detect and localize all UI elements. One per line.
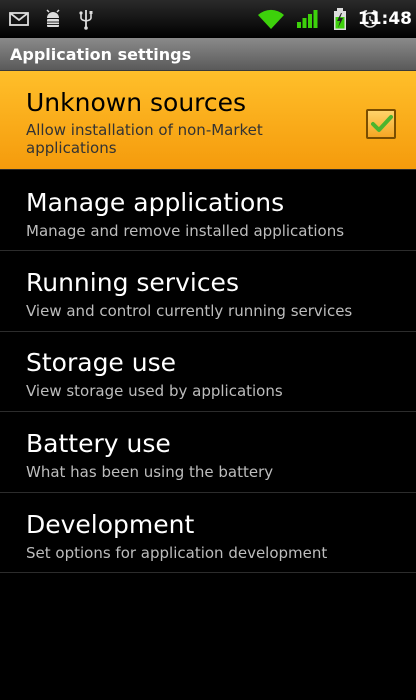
setting-title: Manage applications (26, 188, 285, 217)
status-time: 11:48 (357, 9, 412, 29)
setting-summary: Allow installation of non-Market applica… (26, 121, 263, 157)
signal-icon (294, 0, 320, 38)
title-bar: Application settings (0, 38, 416, 71)
setting-summary: View storage used by applications (26, 382, 283, 400)
page-title: Application settings (10, 45, 192, 64)
settings-list: Unknown sources Allow installation of no… (0, 71, 416, 573)
check-icon (371, 115, 393, 132)
setting-title: Running services (26, 268, 239, 297)
mail-icon[interactable] (8, 0, 30, 38)
unknown-sources-checkbox[interactable] (366, 109, 396, 139)
status-bar: 11:48 (0, 0, 416, 38)
wifi-icon (256, 0, 286, 38)
battery-charging-icon (330, 0, 350, 38)
setting-item-unknown-sources[interactable]: Unknown sources Allow installation of no… (0, 71, 416, 170)
setting-title: Storage use (26, 348, 177, 377)
setting-item-battery-use[interactable]: Battery use What has been using the batt… (0, 412, 416, 493)
setting-item-storage-use[interactable]: Storage use View storage used by applica… (0, 332, 416, 412)
setting-summary: Set options for application development (26, 544, 328, 562)
setting-title: Battery use (26, 429, 171, 458)
setting-item-running-services[interactable]: Running services View and control curren… (0, 251, 416, 332)
setting-summary: Manage and remove installed applications (26, 222, 345, 240)
android-debug-icon[interactable] (42, 0, 64, 38)
usb-icon[interactable] (76, 0, 96, 38)
screen: 11:48 Application settings Unknown sourc… (0, 0, 416, 700)
setting-title: Unknown sources (26, 88, 247, 117)
setting-title: Development (26, 510, 195, 539)
setting-item-manage-applications[interactable]: Manage applications Manage and remove in… (0, 170, 416, 251)
setting-item-development[interactable]: Development Set options for application … (0, 493, 416, 573)
setting-summary: What has been using the battery (26, 463, 274, 481)
setting-summary: View and control currently running servi… (26, 302, 353, 320)
